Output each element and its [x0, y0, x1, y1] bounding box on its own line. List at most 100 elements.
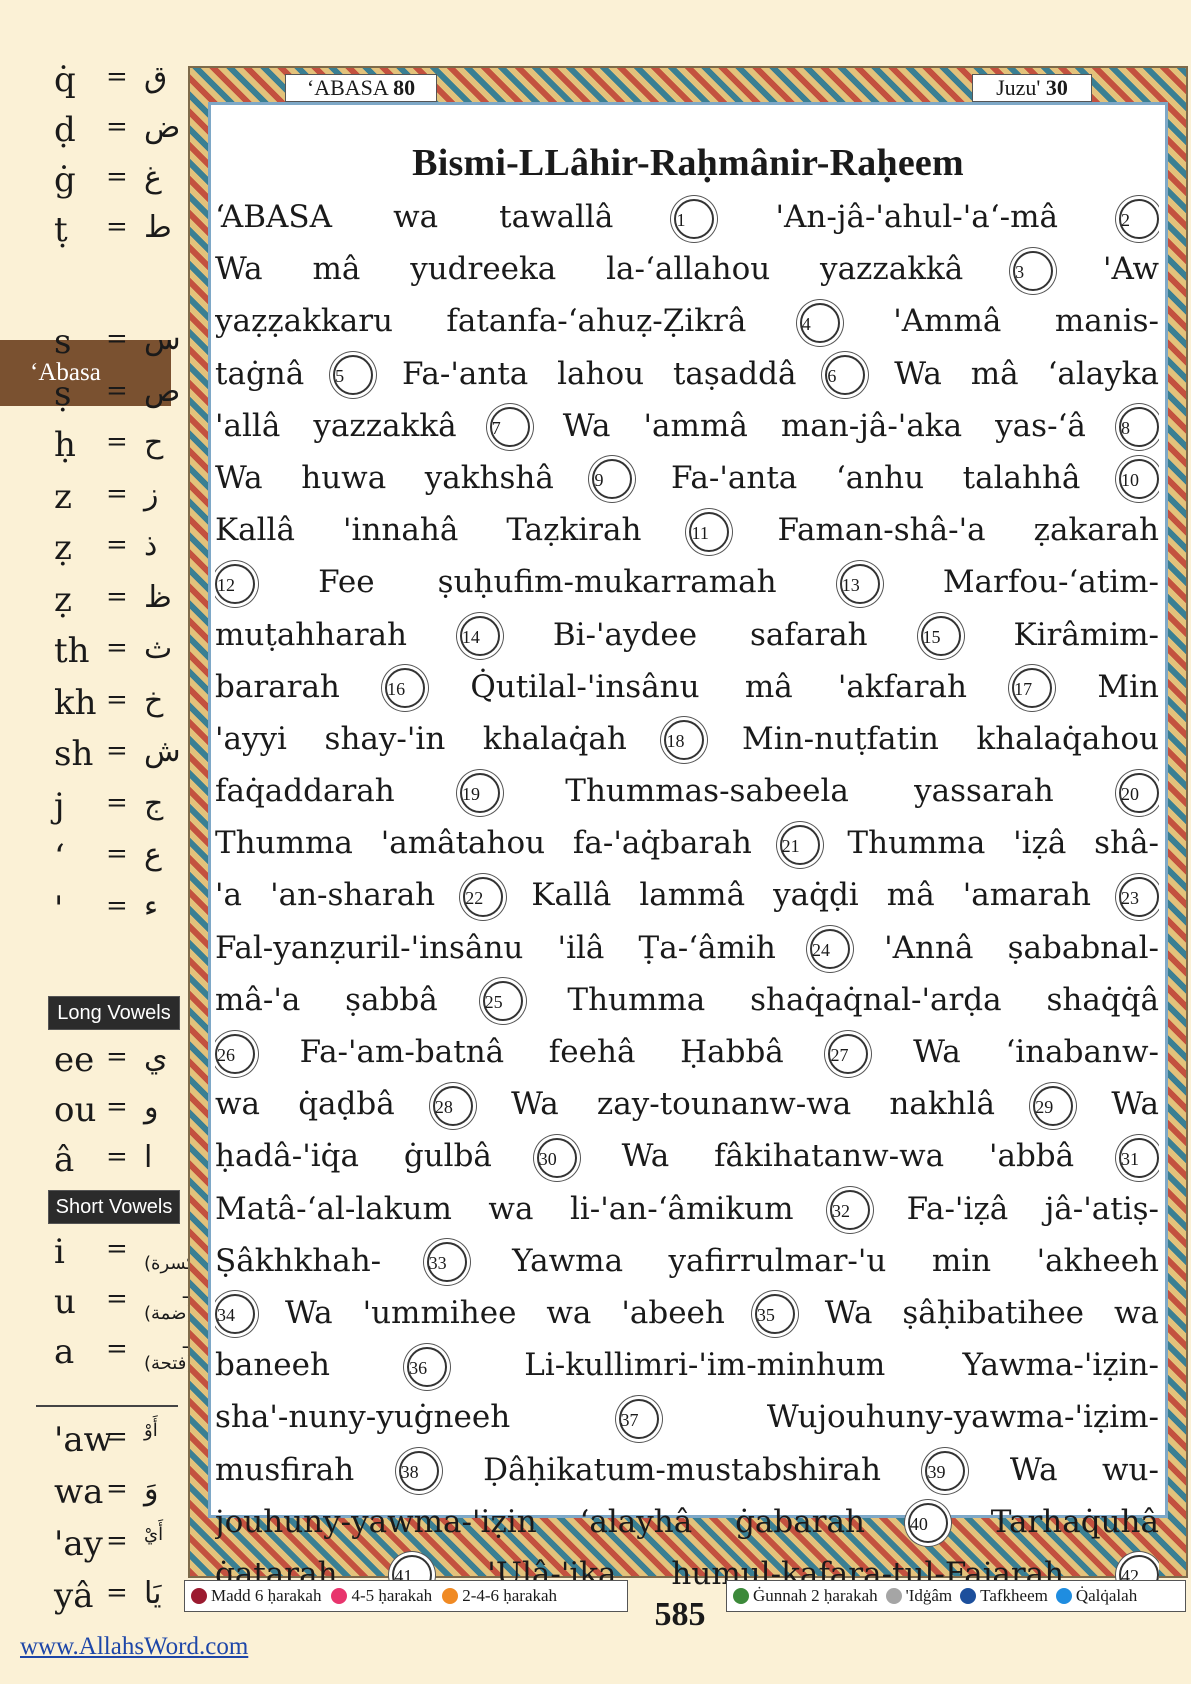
legend-label: Q̇alq̇alah: [1075, 1586, 1138, 1605]
verse-line: mâ-'a ṣabbâ 25 Thumma shaq̇aq̇nal-'arḍa …: [215, 974, 1159, 1026]
latin-letter: ': [54, 888, 64, 929]
equals-sign: =: [106, 633, 128, 663]
verse-line: 'allâ yazzakkâ 7 Wa 'ammâ man-jâ-'aka ya…: [215, 400, 1159, 452]
ayah-number-marker: 15: [920, 616, 961, 656]
arabic-letter: ح: [144, 425, 164, 460]
equals-sign: =: [106, 324, 128, 354]
verse-line: Matâ-‘al-lakum wa li-'an-‘âmikum 32 Fa-'…: [215, 1183, 1159, 1235]
letter-map-row: th = ث: [36, 631, 176, 681]
transliteration-text: Kallâ 'innahâ Taẓkirah: [215, 512, 642, 549]
verse-line: taġnâ 5 Fa-'anta lahou taṣaddâ 6 Wa mâ ‘…: [215, 348, 1159, 400]
verse-line: sha'-nuny-yuġneeh 37 Wujouhuny-yawma-'iẓ…: [215, 1391, 1159, 1443]
transliteration-text: Thummas-sabeela yassarah: [565, 773, 1054, 810]
ayah-number-marker: 33: [426, 1242, 467, 1283]
equals-sign: =: [106, 1578, 128, 1608]
arabic-letter: ظ: [144, 579, 172, 615]
ayah-number-marker: 11: [689, 511, 730, 552]
ayah-number-marker: 27: [828, 1033, 869, 1074]
letter-map-row: j = ج: [36, 786, 176, 836]
equals-sign: =: [106, 684, 128, 715]
arabic-letter: ش: [144, 734, 181, 769]
ayah-number-marker: 1: [674, 198, 715, 239]
transliteration-text: Wa ṣâḥibatihee wa: [824, 1294, 1159, 1331]
legend-item: 'Idġâm: [885, 1586, 953, 1606]
verse-line: bararah 16 Q̇utilal-'insânu mâ 'akfarah …: [215, 661, 1159, 713]
letter-map-row: ee = ي: [36, 1040, 176, 1090]
letter-map-row: 'ay = أَيْ: [36, 1524, 176, 1574]
ayah-number-marker: 36: [407, 1346, 448, 1387]
arabic-letter: ذ: [144, 528, 158, 563]
latin-letter: ẓ: [54, 579, 72, 620]
latin-letter: i: [54, 1232, 65, 1272]
legend-color-dot-icon: [885, 1588, 902, 1604]
latin-letter: yâ: [54, 1576, 94, 1616]
transliteration-text: Wa: [1111, 1086, 1159, 1123]
latin-letter: ‘: [54, 837, 65, 877]
verse-line: 34 Wa 'ummihee wa 'abeeh 35 Wa ṣâḥibatih…: [215, 1287, 1159, 1339]
equals-sign: =: [106, 1042, 128, 1072]
short-vowels-label: Short Vowels: [48, 1190, 180, 1224]
transliteration-text: bararah: [215, 668, 340, 705]
verse-line: musfirah 38 Ḍâḥikatum-mustabshirah 39 Wa…: [215, 1444, 1159, 1496]
verse-line: wa q̇aḍbâ 28 Wa zay-tounanw-wa nakhlâ 29…: [215, 1078, 1159, 1130]
letter-map-row: i=ـِـ (كسرة): [36, 1232, 202, 1282]
ayah-number-marker: 35: [754, 1294, 795, 1335]
website-link[interactable]: www.AllahsWord.com: [20, 1633, 248, 1661]
transliteration-text: 'Annâ ṣababnal-: [884, 929, 1159, 966]
latin-letter: ḍ: [54, 110, 76, 150]
legend-color-dot-icon: [442, 1588, 459, 1604]
ayah-number-marker: 7: [489, 407, 530, 448]
letter-map-row: ‘ = ع: [36, 837, 176, 887]
verse-line: Fal-yanẓuril-'insânu 'ilâ Ṭa-‘âmih 24 'A…: [215, 922, 1159, 974]
letter-map-row: s = س: [36, 322, 181, 372]
equals-sign: =: [106, 890, 128, 921]
arabic-letter: ج: [144, 785, 164, 821]
arabic-letter: ض: [144, 110, 181, 145]
transliteration-text: Ḍâḥikatum-mustabshirah: [483, 1451, 882, 1488]
latin-letter: sh: [54, 734, 94, 774]
transliteration-text: muṭahharah: [215, 616, 407, 653]
letter-map-row: ġ = غ: [36, 160, 176, 210]
ayah-number-marker: 30: [536, 1137, 577, 1178]
transliteration-text: Thumma shaq̇aq̇nal-'arḍa shaq̇q̇â: [567, 981, 1159, 1018]
verse-line: Ṣâkhkhah- 33 Yawma yafirrulmar-'u min 'a…: [215, 1235, 1159, 1287]
transliteration-text: ‘ABASA wa tawallâ: [215, 199, 614, 235]
verse-line: 12 Fee ṣuḥufim-mukarramah 13 Marfou-‘ati…: [215, 556, 1159, 608]
ayah-number-marker: 32: [830, 1190, 871, 1231]
juz-number: 30: [1045, 75, 1068, 100]
transliteration-text: Wa mâ yudreeka la-‘allahou yazzakkâ: [215, 251, 964, 288]
transliteration-text: Fa-'iẓâ jâ-'atiṣ-: [906, 1190, 1159, 1227]
legend-label: Ġunnah 2 ḥarakah: [753, 1586, 878, 1605]
equals-sign: =: [106, 736, 128, 766]
transliteration-text: Thumma 'amâtahou fa-'aq̇barah: [215, 825, 752, 862]
verse-text: ‘ABASA wa tawallâ 1 'An-jâ-'ahul-'a‘-mâ …: [211, 191, 1165, 1600]
legend-label: 'Idġâm: [905, 1586, 953, 1605]
transliteration-text: Q̇utilal-'insânu mâ 'akfarah: [470, 668, 967, 705]
letter-map-row: a = ـَـ (فتحة): [36, 1332, 193, 1382]
legend-item: 2-4-6 ḥarakah: [442, 1586, 557, 1606]
legend-color-dot-icon: [960, 1588, 977, 1604]
arabic-letter: ث: [144, 631, 173, 666]
arabic-letter: ـَـ (فتحة): [144, 1332, 194, 1374]
latin-letter: ġ: [54, 160, 76, 200]
legend-item: Madd 6 ḥarakah: [191, 1586, 321, 1606]
ayah-number-marker: 21: [779, 824, 820, 865]
letter-map-row: ṭ = ط: [36, 210, 176, 260]
transliteration-text: Li-kullimri-'im-minhum Yawma-'iẓin-: [524, 1347, 1159, 1384]
arabic-letter: يَا: [144, 1576, 162, 1611]
ayah-number-marker: 22: [463, 876, 504, 917]
transliteration-text: Fa-'anta lahou taṣaddâ: [401, 355, 797, 392]
ayah-number-marker: 17: [1012, 668, 1053, 709]
ayah-number-marker: 24: [809, 929, 850, 970]
legend-label: 4-5 ḥarakah: [351, 1586, 433, 1605]
latin-letter: ṭ: [54, 210, 68, 250]
transliteration-text: Yawma yafirrulmar-'u min 'akheeh: [512, 1242, 1159, 1279]
ayah-number-marker: 9: [592, 459, 633, 500]
juz-label: Juzu': [996, 75, 1041, 100]
ayah-number-marker: 5: [333, 355, 374, 396]
latin-letter: wa: [54, 1472, 104, 1512]
surah-number: 80: [393, 75, 416, 100]
legend-item: Ġunnah 2 ḥarakah: [733, 1586, 878, 1606]
tajweed-legend-rules: Ġunnah 2 ḥarakah 'Idġâm Tafkheem Q̇alq̇alah: [726, 1580, 1186, 1612]
transliteration-text: Wa fâkihatanw-wa 'abbâ: [621, 1138, 1075, 1175]
